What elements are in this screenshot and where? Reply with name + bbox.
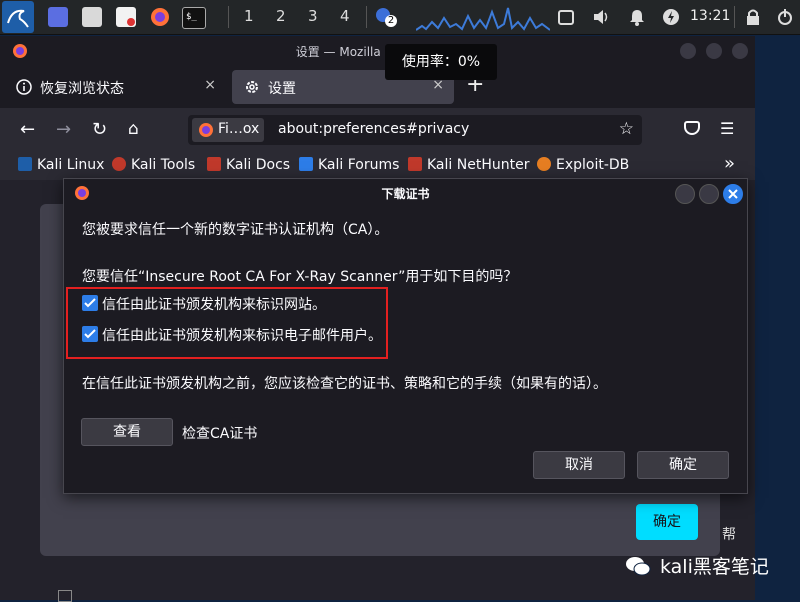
bookmark-exploit-db[interactable]: Exploit-DB xyxy=(537,157,629,173)
trust-websites-label[interactable]: 信任由此证书颁发机构来标识网站。 xyxy=(102,294,326,314)
desktop-icon[interactable] xyxy=(48,7,68,27)
dialog-message: 您被要求信任一个新的数字证书认证机构（CA）。 xyxy=(82,222,389,238)
kali-forums-icon xyxy=(299,157,313,171)
url-input[interactable]: about:preferences#privacy xyxy=(278,121,469,137)
trust-websites-checkbox[interactable] xyxy=(82,295,98,311)
pocket-icon[interactable] xyxy=(684,121,700,135)
close-icon xyxy=(728,189,738,199)
cancel-button[interactable]: 取消 xyxy=(533,451,625,479)
trust-email-label[interactable]: 信任由此证书颁发机构来标识电子邮件用户。 xyxy=(102,325,382,345)
wechat-icon xyxy=(626,557,651,576)
identity-label: Fi…ox xyxy=(218,121,260,137)
login-icon xyxy=(58,590,72,602)
bookmark-kali-nethunter[interactable]: Kali NetHunter xyxy=(408,157,529,173)
bookmarks-overflow-button[interactable]: » xyxy=(724,153,735,174)
workspace-1[interactable]: 1 xyxy=(244,7,254,25)
volume-icon[interactable] xyxy=(592,8,610,26)
dialog-question: 您要信任“Insecure Root CA For X-Ray Scanner”… xyxy=(82,269,518,285)
hamburger-menu-icon[interactable]: ☰ xyxy=(720,119,734,138)
info-icon xyxy=(16,79,32,95)
url-bar[interactable]: Fi…ox about:preferences#privacy ☆ xyxy=(188,115,642,145)
kali-menu-icon[interactable] xyxy=(2,1,34,33)
clock[interactable]: 13:21 xyxy=(690,8,730,24)
bookmark-kali-tools[interactable]: Kali Tools xyxy=(112,157,195,173)
background-ok-button[interactable]: 确定 xyxy=(636,504,698,540)
active-window-icon[interactable]: 2 xyxy=(374,6,397,28)
download-certificate-dialog: 下载证书 您被要求信任一个新的数字证书认证机构（CA）。 您要信任“Insecu… xyxy=(63,178,748,494)
dialog-minimize-button[interactable] xyxy=(675,184,695,204)
back-button[interactable]: ← xyxy=(20,119,35,140)
view-certificate-label: 检查CA证书 xyxy=(182,426,258,442)
workspace-4[interactable]: 4 xyxy=(340,7,350,25)
workspace-3[interactable]: 3 xyxy=(308,7,318,25)
dialog-maximize-button[interactable] xyxy=(699,184,719,204)
bookmark-kali-linux[interactable]: Kali Linux xyxy=(18,157,104,173)
window-titlebar[interactable]: 设置 — Mozilla Firefox xyxy=(0,36,755,66)
home-button[interactable]: ⌂ xyxy=(128,119,139,139)
view-certificate-button[interactable]: 查看 xyxy=(81,418,173,446)
close-window-button[interactable] xyxy=(732,43,748,59)
maximize-button[interactable] xyxy=(706,43,722,59)
firefox-icon xyxy=(199,123,213,137)
ok-button[interactable]: 确定 xyxy=(637,451,729,479)
display-icon[interactable] xyxy=(558,10,574,25)
svg-text:$_: $_ xyxy=(186,12,197,22)
power-manager-icon[interactable] xyxy=(662,8,680,26)
kali-icon xyxy=(18,157,32,171)
tab-label: 设置 xyxy=(268,81,296,97)
logout-icon[interactable] xyxy=(776,8,794,26)
firefox-launcher-icon[interactable] xyxy=(150,7,170,27)
background-text: 帮 xyxy=(722,527,736,543)
top-panel: $_ 1 2 3 4 2 13:21 xyxy=(0,0,800,35)
nethunter-icon xyxy=(408,157,422,171)
text-editor-icon[interactable] xyxy=(116,7,136,27)
exploit-db-icon xyxy=(537,157,551,171)
identity-box[interactable]: Fi…ox xyxy=(192,118,264,142)
checkmark-icon xyxy=(84,298,96,308)
watermark-text: kali黑客笔记 xyxy=(660,556,769,578)
dialog-advice: 在信任此证书颁发机构之前，您应该检查它的证书、策略和它的手续（如果有的话）。 xyxy=(82,376,607,392)
separator xyxy=(734,6,735,28)
gear-icon xyxy=(246,81,258,93)
workspace-2[interactable]: 2 xyxy=(276,7,286,25)
tab-bar: 恢复浏览状态 × 设置 × + xyxy=(0,66,755,108)
cpu-usage-tooltip: 使用率：0% xyxy=(385,44,497,80)
bell-icon[interactable] xyxy=(628,8,646,26)
cpu-graph xyxy=(416,7,550,31)
bookmark-kali-forums[interactable]: Kali Forums xyxy=(299,157,399,173)
file-manager-icon[interactable] xyxy=(82,7,102,27)
reload-button[interactable]: ↻ xyxy=(92,119,107,140)
trust-email-checkbox[interactable] xyxy=(82,326,98,342)
bookmark-star-icon[interactable]: ☆ xyxy=(619,119,634,139)
bookmarks-toolbar: Kali Linux Kali Tools Kali Docs Kali For… xyxy=(0,152,755,180)
dialog-title: 下载证书 xyxy=(381,187,430,201)
separator xyxy=(366,6,367,28)
bookmark-kali-docs[interactable]: Kali Docs xyxy=(207,157,290,173)
tab-label: 恢复浏览状态 xyxy=(40,81,124,97)
terminal-icon[interactable]: $_ xyxy=(182,7,206,29)
notification-badge: 2 xyxy=(385,15,397,27)
lock-icon[interactable] xyxy=(744,8,762,26)
dialog-close-button[interactable] xyxy=(723,184,743,204)
separator xyxy=(228,6,229,28)
kali-docs-icon xyxy=(207,157,221,171)
kali-tools-icon xyxy=(112,157,126,171)
checkmark-icon xyxy=(84,329,96,339)
window-title: 设置 — Mozilla Firefox xyxy=(295,45,425,59)
forward-button[interactable]: → xyxy=(56,119,71,140)
tab-restore-session[interactable]: 恢复浏览状态 × xyxy=(4,70,226,104)
minimize-button[interactable] xyxy=(680,43,696,59)
close-tab-button[interactable]: × xyxy=(204,77,216,93)
navigation-toolbar: ← → ↻ ⌂ Fi…ox about:preferences#privacy … xyxy=(0,108,755,152)
